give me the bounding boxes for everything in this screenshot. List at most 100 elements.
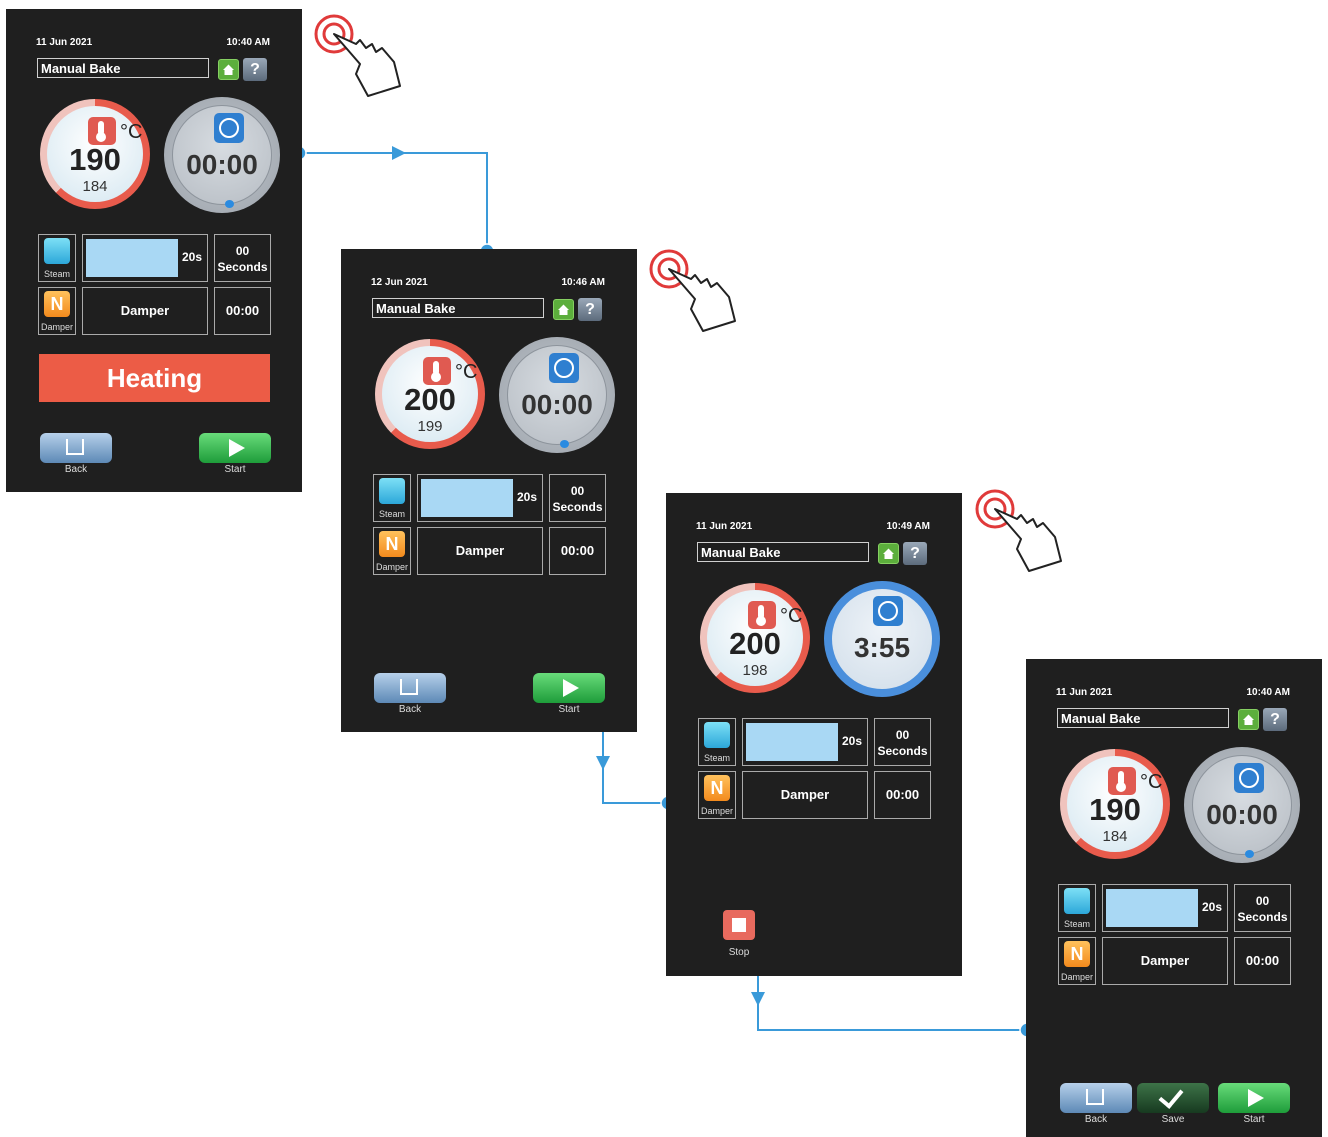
start-icon: [1248, 1089, 1264, 1107]
program-title[interactable]: Manual Bake: [697, 542, 869, 562]
steam-slider[interactable]: 20s: [82, 234, 208, 282]
steam-seconds[interactable]: 00 Seconds: [874, 718, 931, 766]
back-label: Back: [398, 704, 422, 715]
damper-label: Damper: [40, 322, 73, 332]
damper-time[interactable]: 00:00: [214, 287, 271, 335]
seconds-unit: Seconds: [217, 260, 268, 274]
date-label: 12 Jun 2021: [371, 277, 428, 288]
clock-icon: [549, 353, 579, 383]
start-button[interactable]: [199, 433, 271, 463]
thermometer-icon: [748, 601, 776, 629]
damper-button[interactable]: N Damper: [38, 287, 76, 335]
tap-hand-icon: [649, 249, 736, 332]
seconds-value: 00: [235, 244, 250, 258]
temperature-setpoint: 200: [404, 382, 456, 417]
damper-button[interactable]: N Damper: [373, 527, 411, 575]
steam-label: Steam: [43, 269, 70, 279]
damper-label: Damper: [1060, 972, 1093, 982]
start-label: Start: [224, 464, 246, 475]
steam-slider[interactable]: 20s: [742, 718, 868, 766]
timer-dial[interactable]: 00:00: [1184, 747, 1300, 863]
program-title[interactable]: Manual Bake: [37, 58, 209, 78]
back-button[interactable]: [40, 433, 112, 463]
tap-hand-icon: [314, 14, 401, 97]
start-button[interactable]: [1218, 1083, 1290, 1113]
damper-control[interactable]: Damper: [742, 771, 868, 819]
help-icon[interactable]: ?: [578, 298, 602, 321]
temperature-dial[interactable]: °C 190 184: [1060, 749, 1170, 859]
damper-control[interactable]: Damper: [82, 287, 208, 335]
timer-dial[interactable]: 00:00: [499, 337, 615, 453]
thermometer-icon: [1108, 767, 1136, 795]
back-label: Back: [64, 464, 88, 475]
steam-button[interactable]: Steam: [1058, 884, 1096, 932]
damper-time[interactable]: 00:00: [549, 527, 606, 575]
damper-time[interactable]: 00:00: [1234, 937, 1291, 985]
back-button[interactable]: [374, 673, 446, 703]
seconds-unit: Seconds: [552, 500, 603, 514]
damper-time[interactable]: 00:00: [874, 771, 931, 819]
damper-control[interactable]: Damper: [1102, 937, 1228, 985]
timer-value: 3:55: [853, 632, 911, 663]
damper-label: Damper: [375, 562, 408, 572]
home-icon[interactable]: [878, 543, 899, 564]
timer-dial[interactable]: 3:55: [824, 581, 940, 697]
time-label: 10:40 AM: [1246, 687, 1290, 698]
save-button[interactable]: [1137, 1083, 1209, 1113]
temperature-setpoint: 200: [729, 626, 781, 661]
temperature-actual: 184: [82, 178, 108, 195]
damper-button[interactable]: N Damper: [698, 771, 736, 819]
save-label: Save: [1161, 1114, 1185, 1125]
back-button[interactable]: [1060, 1083, 1132, 1113]
timer-knob[interactable]: [560, 440, 569, 448]
steam-button[interactable]: Steam: [373, 474, 411, 522]
steam-seconds[interactable]: 00 Seconds: [214, 234, 271, 282]
oven-screen-heating: 11 Jun 2021 10:40 AM Manual Bake ? °C 19…: [6, 9, 302, 492]
timer-knob[interactable]: [225, 200, 234, 208]
steam-button[interactable]: Steam: [38, 234, 76, 282]
temperature-dial[interactable]: °C 200 199: [375, 339, 485, 449]
program-title[interactable]: Manual Bake: [372, 298, 544, 318]
steam-icon: [1064, 888, 1090, 914]
home-icon[interactable]: [218, 59, 239, 80]
steam-button[interactable]: Steam: [698, 718, 736, 766]
temperature-unit: °C: [120, 121, 143, 143]
start-icon: [229, 439, 245, 457]
steam-slider[interactable]: 20s: [417, 474, 543, 522]
help-icon[interactable]: ?: [243, 58, 267, 81]
temperature-dial[interactable]: °C 190 184: [40, 99, 150, 209]
clock-icon: [1234, 763, 1264, 793]
steam-seconds[interactable]: 00 Seconds: [549, 474, 606, 522]
temperature-dial[interactable]: °C 200 198: [700, 583, 810, 693]
timer-dial[interactable]: 00:00: [164, 97, 280, 213]
seconds-value: 00: [895, 728, 910, 742]
oven-screen-finished: 11 Jun 2021 10:40 AM Manual Bake ? °C 19…: [1026, 659, 1322, 1137]
time-label: 10:40 AM: [226, 37, 270, 48]
steam-level: [86, 239, 178, 277]
damper-button[interactable]: N Damper: [1058, 937, 1096, 985]
steam-level: [1106, 889, 1198, 927]
temperature-unit: °C: [455, 361, 478, 383]
back-icon: [66, 439, 84, 455]
timer-knob[interactable]: [1245, 850, 1254, 858]
steam-seconds[interactable]: 00 Seconds: [1234, 884, 1291, 932]
steam-icon: [44, 238, 70, 264]
start-button[interactable]: [533, 673, 605, 703]
stop-label: Stop: [728, 947, 750, 958]
help-icon[interactable]: ?: [903, 542, 927, 565]
home-icon[interactable]: [1238, 709, 1259, 730]
temperature-actual: 199: [417, 418, 443, 435]
seconds-value: 00: [570, 484, 585, 498]
steam-slider[interactable]: 20s: [1102, 884, 1228, 932]
home-icon[interactable]: [553, 299, 574, 320]
clock-icon: [214, 113, 244, 143]
program-title[interactable]: Manual Bake: [1057, 708, 1229, 728]
damper-icon: N: [44, 291, 70, 317]
start-icon: [563, 679, 579, 697]
stop-button[interactable]: [723, 910, 755, 940]
help-icon[interactable]: ?: [1263, 708, 1287, 731]
damper-control[interactable]: Damper: [417, 527, 543, 575]
temperature-setpoint: 190: [69, 142, 121, 177]
temperature-actual: 184: [1102, 828, 1128, 845]
seconds-unit: Seconds: [1237, 910, 1288, 924]
